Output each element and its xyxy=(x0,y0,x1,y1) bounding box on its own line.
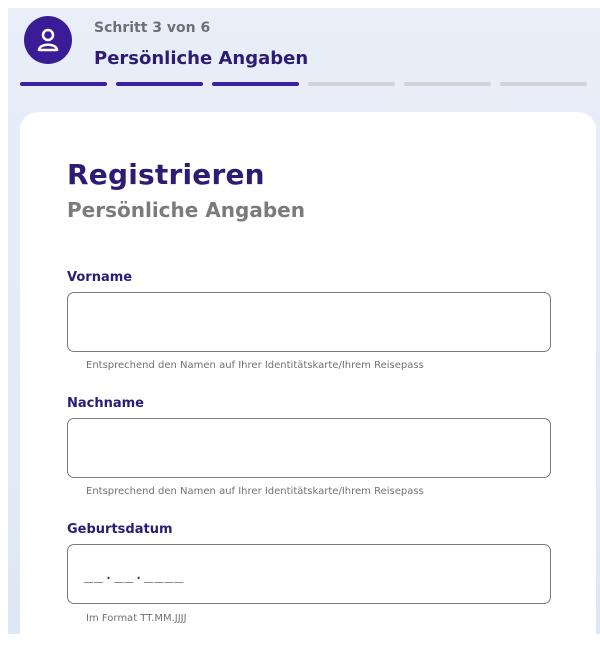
form-subtitle: Persönliche Angaben xyxy=(67,198,305,222)
form-title: Registrieren xyxy=(67,158,265,191)
first-name-hint: Entsprechend den Namen auf Ihrer Identit… xyxy=(86,360,424,371)
step-counter: Schritt 3 von 6 xyxy=(94,20,211,36)
user-avatar xyxy=(24,16,72,64)
progress-bar xyxy=(20,82,592,87)
first-name-input[interactable] xyxy=(67,292,551,352)
progress-step-2 xyxy=(116,82,203,86)
registration-card: Registrieren Persönliche Angaben Vorname… xyxy=(20,112,596,652)
first-name-label: Vorname xyxy=(67,270,133,285)
progress-step-5 xyxy=(404,82,491,86)
last-name-hint: Entsprechend den Namen auf Ihrer Identit… xyxy=(86,486,424,497)
birth-date-input[interactable] xyxy=(67,544,551,604)
birth-date-hint: Im Format TT.MM.JJJJ xyxy=(86,613,187,624)
step-header: Schritt 3 von 6 Persönliche Angaben xyxy=(8,8,600,88)
birth-date-label: Geburtsdatum xyxy=(67,522,173,537)
progress-step-1 xyxy=(20,82,107,86)
progress-step-6 xyxy=(500,82,587,86)
progress-step-3 xyxy=(212,82,299,86)
last-name-input[interactable] xyxy=(67,418,551,478)
last-name-label: Nachname xyxy=(67,396,145,411)
step-title: Persönliche Angaben xyxy=(94,48,309,69)
progress-step-4 xyxy=(308,82,395,86)
user-icon xyxy=(37,28,59,52)
